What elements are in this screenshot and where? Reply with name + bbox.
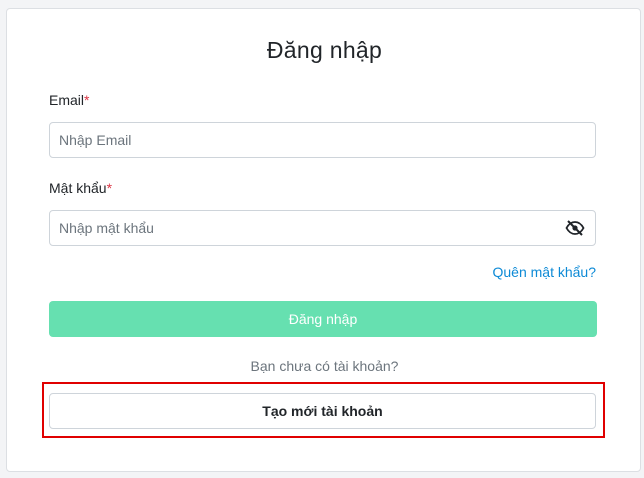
no-account-text: Bạn chưa có tài khoản? xyxy=(250,358,399,374)
create-account-button[interactable]: Tạo mới tài khoản xyxy=(49,393,596,429)
password-required-mark: * xyxy=(106,180,113,196)
email-label: Email* xyxy=(49,92,89,108)
email-required-mark: * xyxy=(84,92,90,108)
forgot-password-link[interactable]: Quên mật khẩu? xyxy=(492,264,596,280)
password-label-text: Mật khẩu xyxy=(49,180,107,196)
eye-slash-icon[interactable] xyxy=(564,219,586,237)
login-button[interactable]: Đăng nhập xyxy=(49,301,597,337)
password-input[interactable] xyxy=(49,210,596,246)
password-label: Mật khẩu* xyxy=(49,180,112,196)
email-label-text: Email xyxy=(49,92,85,108)
email-input[interactable] xyxy=(49,122,596,158)
page-title: Đăng nhập xyxy=(266,37,383,63)
login-card: Đăng nhập Email* Mật khẩu* Quên mật khẩu… xyxy=(6,8,641,472)
